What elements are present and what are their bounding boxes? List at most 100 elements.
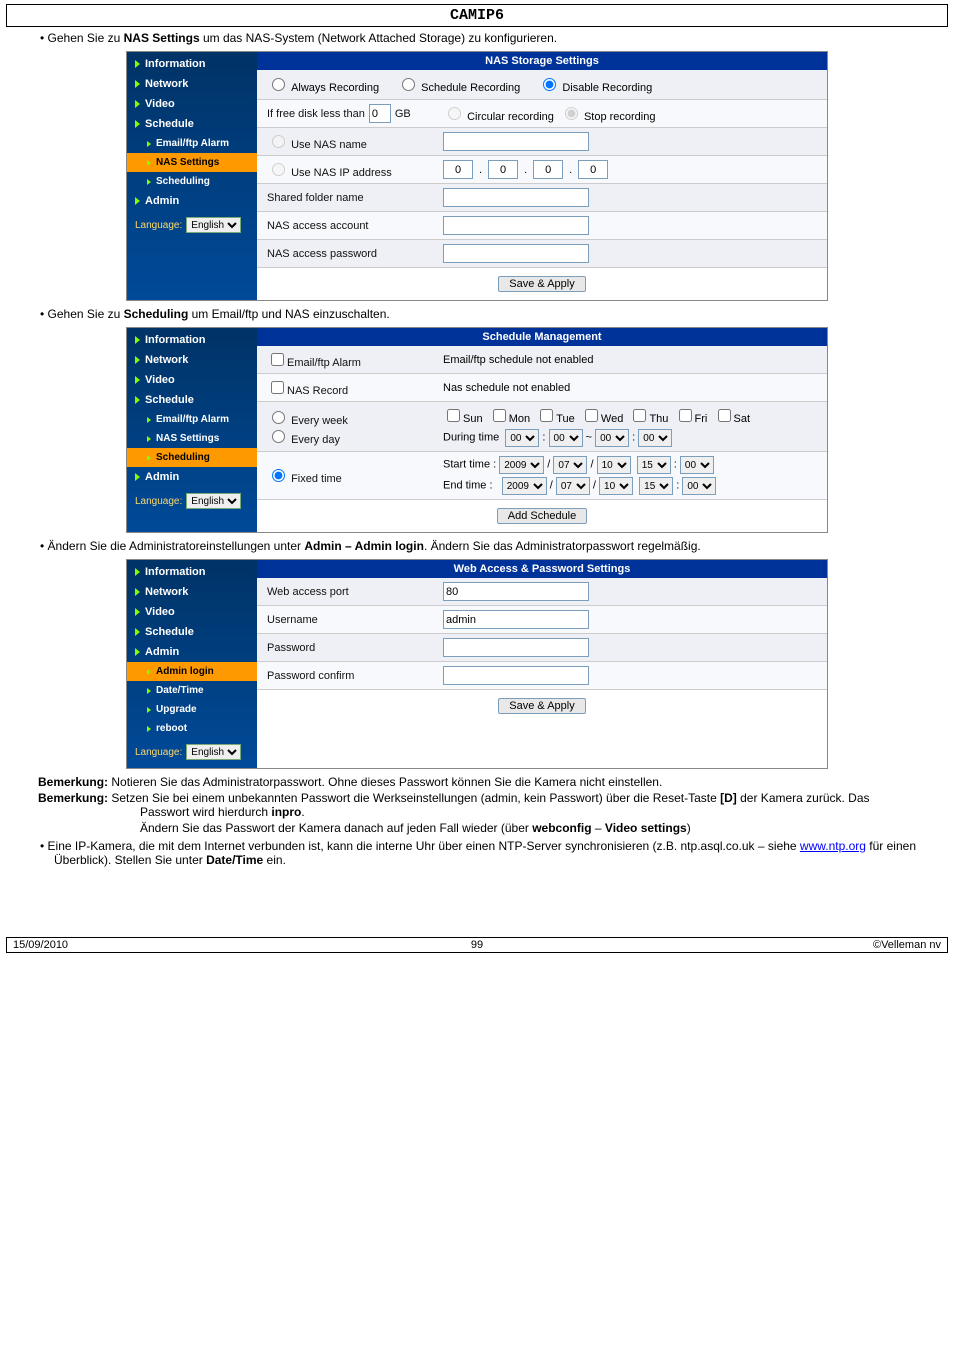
free-disk-input[interactable] — [369, 104, 391, 123]
add-schedule-button[interactable]: Add Schedule — [497, 508, 588, 524]
sun-checkbox[interactable]: Sun — [443, 413, 483, 425]
password-input[interactable] — [443, 638, 589, 657]
sidebar-item-video[interactable]: Video — [127, 602, 257, 622]
webport-label: Web access port — [257, 582, 437, 602]
page-footer: 15/09/2010 99 ©Velleman nv — [6, 937, 948, 953]
during-hh1[interactable]: 00 — [505, 429, 539, 447]
sidebar-item-information[interactable]: Information — [127, 562, 257, 582]
sidebar-item-emailftp[interactable]: Email/ftp Alarm — [127, 134, 257, 153]
sidebar-item-network[interactable]: Network — [127, 350, 257, 370]
language-row: Language: English — [127, 487, 257, 515]
sidebar-item-information[interactable]: Information — [127, 54, 257, 74]
end-month[interactable]: 07 — [556, 477, 590, 495]
ip-octet-1[interactable] — [443, 160, 473, 179]
footer-page: 99 — [471, 939, 483, 951]
circular-recording-radio[interactable]: Circular recording — [443, 104, 554, 123]
sidebar-item-schedule[interactable]: Schedule — [127, 390, 257, 410]
arrow-icon — [135, 473, 140, 481]
sidebar-item-video[interactable]: Video — [127, 94, 257, 114]
remark-2: Bemerkung: Setzen Sie bei einem unbekann… — [140, 791, 914, 819]
sat-checkbox[interactable]: Sat — [714, 413, 751, 425]
start-year[interactable]: 2009 — [499, 456, 544, 474]
use-nas-name-radio[interactable]: Use NAS name — [257, 128, 437, 155]
schedule-recording-radio[interactable]: Schedule Recording — [397, 75, 520, 94]
sidebar-item-upgrade[interactable]: Upgrade — [127, 700, 257, 719]
arrow-icon — [135, 120, 140, 128]
ip-octet-4[interactable] — [578, 160, 608, 179]
sidebar-item-video[interactable]: Video — [127, 370, 257, 390]
nas-password-input[interactable] — [443, 244, 589, 263]
end-year[interactable]: 2009 — [502, 477, 547, 495]
sidebar: Information Network Video Schedule Email… — [127, 52, 257, 300]
language-select[interactable]: English — [186, 493, 241, 509]
sidebar-item-network[interactable]: Network — [127, 582, 257, 602]
during-mm1[interactable]: 00 — [549, 429, 583, 447]
arrow-icon — [147, 707, 151, 713]
webport-input[interactable] — [443, 582, 589, 601]
language-select[interactable]: English — [186, 744, 241, 760]
arrow-icon — [147, 726, 151, 732]
sidebar-item-scheduling[interactable]: Scheduling — [127, 172, 257, 191]
sidebar-item-admin[interactable]: Admin — [127, 467, 257, 487]
everyweek-radio[interactable]: Every week — [267, 415, 348, 427]
sidebar-item-nas[interactable]: NAS Settings — [127, 153, 257, 172]
start-hour[interactable]: 15 — [637, 456, 671, 474]
end-hour[interactable]: 15 — [639, 477, 673, 495]
confirm-input[interactable] — [443, 666, 589, 685]
nasrecord-checkbox[interactable]: NAS Record — [267, 385, 348, 397]
footer-date: 15/09/2010 — [13, 939, 68, 951]
schedule-panel: Information Network Video Schedule Email… — [126, 327, 828, 533]
arrow-icon — [135, 608, 140, 616]
tue-checkbox[interactable]: Tue — [536, 413, 575, 425]
footer-copyright: ©Velleman nv — [873, 939, 941, 951]
use-nas-ip-radio[interactable]: Use NAS IP address — [257, 156, 437, 183]
always-recording-radio[interactable]: Always Recording — [267, 75, 379, 94]
disable-recording-radio[interactable]: Disable Recording — [538, 75, 652, 94]
wed-checkbox[interactable]: Wed — [581, 413, 623, 425]
arrow-icon — [135, 376, 140, 384]
save-apply-button-2[interactable]: Save & Apply — [498, 698, 585, 714]
arrow-icon — [135, 100, 140, 108]
shared-folder-input[interactable] — [443, 188, 589, 207]
language-select[interactable]: English — [186, 217, 241, 233]
sidebar-item-admin[interactable]: Admin — [127, 642, 257, 662]
sidebar: Information Network Video Schedule Email… — [127, 328, 257, 532]
start-month[interactable]: 07 — [553, 456, 587, 474]
sidebar-item-datetime[interactable]: Date/Time — [127, 681, 257, 700]
sidebar-item-emailftp[interactable]: Email/ftp Alarm — [127, 410, 257, 429]
end-day[interactable]: 10 — [599, 477, 633, 495]
emailftp-checkbox[interactable]: Email/ftp Alarm — [267, 357, 361, 369]
arrow-icon — [135, 197, 140, 205]
fixedtime-radio[interactable]: Fixed time — [267, 473, 342, 485]
fri-checkbox[interactable]: Fri — [675, 413, 708, 425]
sidebar-item-nas[interactable]: NAS Settings — [127, 429, 257, 448]
nas-name-input[interactable] — [443, 132, 589, 151]
username-input[interactable] — [443, 610, 589, 629]
ip-octet-2[interactable] — [488, 160, 518, 179]
sidebar-item-schedule[interactable]: Schedule — [127, 622, 257, 642]
stop-recording-radio[interactable]: Stop recording — [560, 104, 656, 123]
sidebar-item-schedule[interactable]: Schedule — [127, 114, 257, 134]
sidebar-item-information[interactable]: Information — [127, 330, 257, 350]
save-apply-button[interactable]: Save & Apply — [498, 276, 585, 292]
sidebar-item-admin[interactable]: Admin — [127, 191, 257, 211]
start-day[interactable]: 10 — [597, 456, 631, 474]
panel-content: NAS Storage Settings Always Recording Sc… — [257, 52, 827, 300]
sidebar-item-scheduling[interactable]: Scheduling — [127, 448, 257, 467]
nas-account-input[interactable] — [443, 216, 589, 235]
ip-octet-3[interactable] — [533, 160, 563, 179]
arrow-icon — [135, 336, 140, 344]
sidebar-item-adminlogin[interactable]: Admin login — [127, 662, 257, 681]
sidebar-item-reboot[interactable]: reboot — [127, 719, 257, 738]
ntp-link[interactable]: www.ntp.org — [800, 839, 866, 853]
mon-checkbox[interactable]: Mon — [489, 413, 530, 425]
arrow-icon — [147, 160, 151, 166]
confirm-label: Password confirm — [257, 666, 437, 686]
sidebar-item-network[interactable]: Network — [127, 74, 257, 94]
during-mm2[interactable]: 00 — [638, 429, 672, 447]
during-hh2[interactable]: 00 — [595, 429, 629, 447]
everyday-radio[interactable]: Every day — [267, 434, 340, 446]
thu-checkbox[interactable]: Thu — [629, 413, 668, 425]
end-min[interactable]: 00 — [682, 477, 716, 495]
start-min[interactable]: 00 — [680, 456, 714, 474]
